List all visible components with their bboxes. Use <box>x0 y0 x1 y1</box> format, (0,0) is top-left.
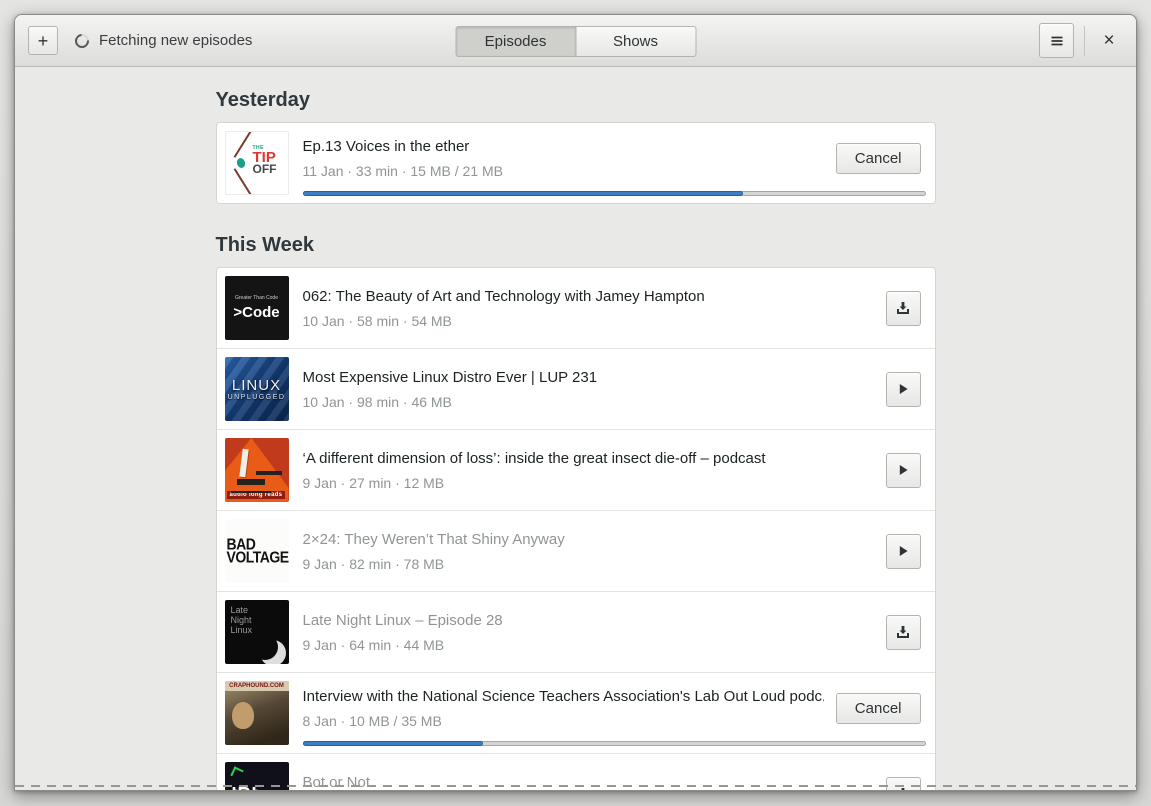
episode-info: Ep.13 Voices in the ether 11 Jan · 33 mi… <box>303 138 824 179</box>
artwork-text: Linux <box>230 625 253 635</box>
download-episode-button[interactable] <box>885 290 921 326</box>
episode-meta: 8 Jan · 10 MB / 35 MB <box>302 712 442 729</box>
episode-action <box>885 533 921 569</box>
download-progress-bar <box>302 741 926 746</box>
add-podcast-button[interactable]: + <box>28 26 58 55</box>
artwork-text: LINUX <box>231 377 282 394</box>
play-episode-button[interactable] <box>885 533 921 569</box>
download-icon <box>895 624 911 640</box>
episode-title: ‘A different dimension of loss’: inside … <box>302 449 766 467</box>
episodes-column: Yesterday THE TIP OFF Ep.13 Voices in the … <box>215 89 936 791</box>
app-window: + Fetching new episodes Episodes Shows ×… <box>14 14 1137 791</box>
podcast-artwork-bv: BAD VOLTAGE <box>224 519 289 583</box>
episode-title: 062: The Beauty of Art and Technology wi… <box>302 287 705 305</box>
episode-info: Interview with the National Science Teac… <box>303 688 824 729</box>
episode-list-card: THE TIP OFF Ep.13 Voices in the ether 11 J… <box>215 122 936 204</box>
episode-title: Ep.13 Voices in the ether <box>302 137 470 155</box>
episode-info: Bot or Not <box>303 774 874 791</box>
download-episode-button[interactable] <box>885 614 921 650</box>
episodes-scroll-area[interactable]: Yesterday THE TIP OFF Ep.13 Voices in the … <box>15 67 1136 790</box>
podcast-artwork-craphound: CRAPHOUND.COM <box>224 681 289 745</box>
hamburger-menu-button[interactable] <box>1039 23 1074 58</box>
episode-info: 2×24: They Weren’t That Shiny Anyway 9 J… <box>303 531 874 572</box>
artwork-text: >Code <box>233 304 280 321</box>
episode-meta: 9 Jan · 64 min · 44 MB <box>302 636 445 653</box>
artwork-text: UNPLUGGED <box>227 394 286 401</box>
episode-row: Late Night Linux Late Night Linux – Episod… <box>216 591 935 672</box>
podcast-artwork-tipoff: THE TIP OFF <box>224 131 289 195</box>
episode-action: Cancel <box>835 142 921 174</box>
hamburger-menu-icon <box>1049 33 1065 49</box>
artwork-text: audio long reads <box>226 479 286 499</box>
episode-action <box>885 614 921 650</box>
episode-info: Most Expensive Linux Distro Ever | LUP 2… <box>303 369 874 410</box>
header-separator <box>1084 25 1085 56</box>
episode-section: Yesterday THE TIP OFF Ep.13 Voices in the … <box>215 89 936 204</box>
download-progress-fill <box>302 741 483 746</box>
episode-row: Greater Than Code >Code 062: The Beauty o… <box>216 268 935 348</box>
status-label: Fetching new episodes <box>99 32 253 49</box>
episode-row: CRAPHOUND.COM Interview with the Nationa… <box>216 672 935 753</box>
episode-row: THE TIP OFF Ep.13 Voices in the ether 11 J… <box>216 123 935 203</box>
section-title: Yesterday <box>215 89 311 111</box>
episode-action: Cancel <box>835 692 921 724</box>
episode-action <box>885 290 921 326</box>
cancel-download-button[interactable]: Cancel <box>835 692 921 724</box>
tab-shows[interactable]: Shows <box>575 26 696 57</box>
episode-row: LINUX UNPLUGGED Most Expensive Linux Dist… <box>216 348 935 429</box>
artwork-text: Late <box>230 605 249 615</box>
artwork-text: CRAPHOUND.COM <box>224 681 289 716</box>
artwork-text: OFF <box>252 162 277 176</box>
section-title: This Week <box>215 234 315 256</box>
play-icon <box>895 543 911 559</box>
episode-list-card: Greater Than Code >Code 062: The Beauty o… <box>215 267 936 791</box>
play-episode-button[interactable] <box>885 452 921 488</box>
download-progress-bar <box>302 191 926 196</box>
tab-episodes[interactable]: Episodes <box>455 26 576 57</box>
episode-action <box>885 452 921 488</box>
episode-title: Late Night Linux – Episode 28 <box>302 611 503 629</box>
download-icon <box>895 300 911 316</box>
episode-title: 2×24: They Weren’t That Shiny Anyway <box>302 530 565 548</box>
episode-action <box>885 371 921 407</box>
episode-info: 062: The Beauty of Art and Technology wi… <box>303 288 874 329</box>
podcast-artwork-lnl: Late Night Linux <box>224 600 289 664</box>
podcast-artwork-lup: LINUX UNPLUGGED <box>224 357 289 421</box>
episode-meta: 10 Jan · 58 min · 54 MB <box>302 312 452 329</box>
view-switcher: Episodes Shows <box>455 26 696 57</box>
play-episode-button[interactable] <box>885 371 921 407</box>
artwork-text: Greater Than Code <box>235 295 278 301</box>
episode-action <box>885 776 921 790</box>
podcast-artwork-alr: audio long reads <box>224 438 289 502</box>
episode-meta: 10 Jan · 98 min · 46 MB <box>302 393 452 410</box>
episode-section: This Week Greater Than Code >Code 062: Th… <box>215 234 936 791</box>
play-icon <box>895 462 911 478</box>
header-right-controls: × <box>1039 23 1123 58</box>
close-window-button[interactable]: × <box>1095 27 1123 55</box>
episode-title: Interview with the National Science Teac… <box>302 687 824 705</box>
scroll-undershoot-indicator <box>15 785 1136 787</box>
podcast-artwork-gtc: Greater Than Code >Code <box>224 276 289 340</box>
episode-meta: 9 Jan · 82 min · 78 MB <box>302 555 445 572</box>
artwork-text: Night <box>230 615 252 625</box>
header-bar: + Fetching new episodes Episodes Shows × <box>15 15 1136 67</box>
episode-info: ‘A different dimension of loss’: inside … <box>303 450 874 491</box>
episode-title: Bot or Not <box>302 773 371 791</box>
episode-meta: 11 Jan · 33 min · 15 MB / 21 MB <box>302 162 504 179</box>
cancel-download-button[interactable]: Cancel <box>835 142 921 174</box>
episode-meta: 9 Jan · 27 min · 12 MB <box>302 474 445 491</box>
episode-row: BAD VOLTAGE 2×24: They Weren’t That Shiny… <box>216 510 935 591</box>
episode-row: audio long reads ‘A different dimension … <box>216 429 935 510</box>
episode-info: Late Night Linux – Episode 28 9 Jan · 64… <box>303 612 874 653</box>
download-episode-button[interactable] <box>885 776 921 790</box>
play-icon <box>895 381 911 397</box>
artwork-text: VOLTAGE <box>226 547 289 567</box>
episode-title: Most Expensive Linux Distro Ever | LUP 2… <box>302 368 598 386</box>
download-progress-fill <box>302 191 744 196</box>
spinner-icon <box>72 30 92 51</box>
